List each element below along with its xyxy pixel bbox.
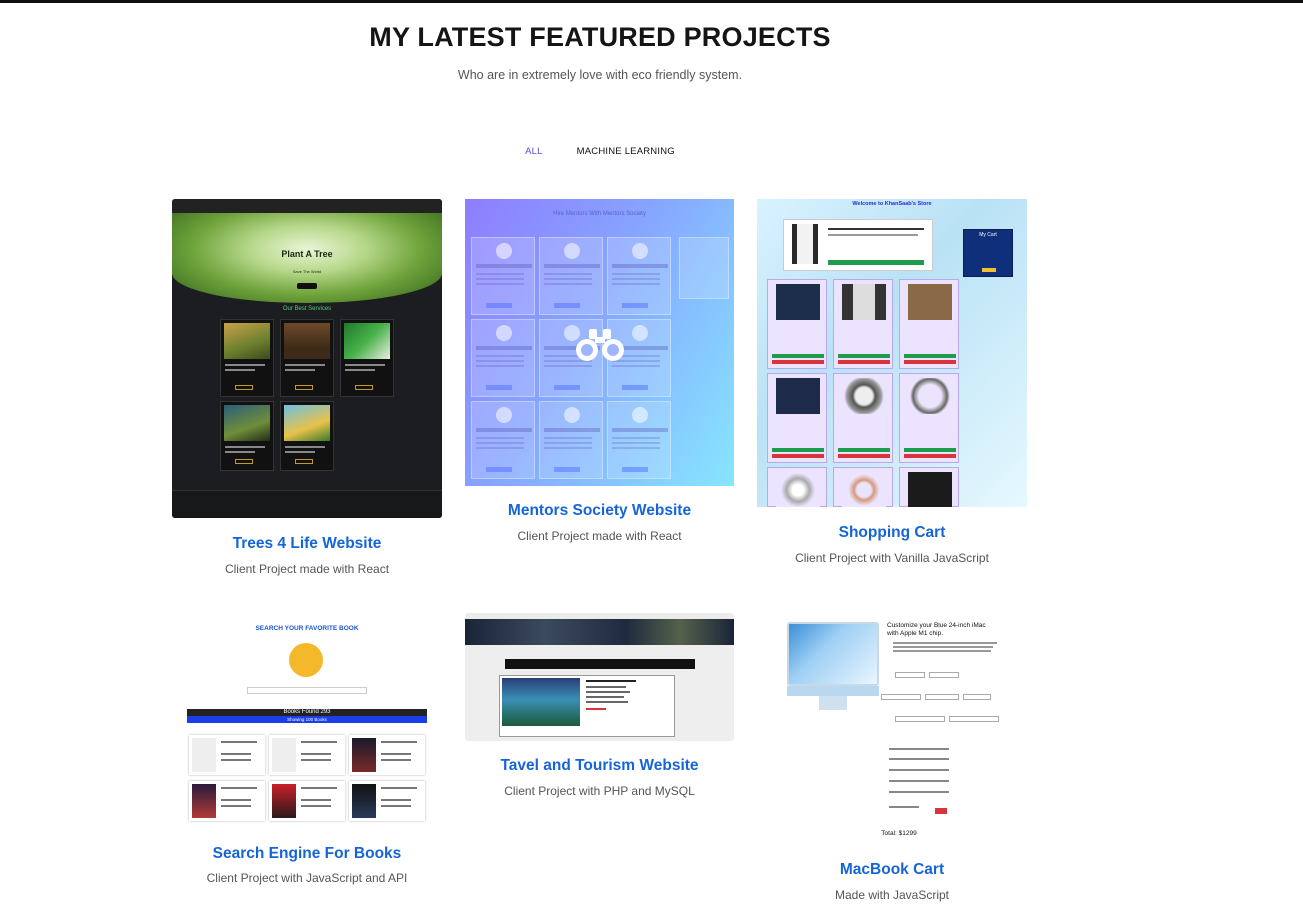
- preview-book-card: [269, 735, 345, 775]
- preview-product: [833, 373, 893, 463]
- project-subtitle-books: Client Project with JavaScript and API: [206, 871, 408, 885]
- project-filters: ALL MACHINE LEARNING: [0, 146, 1200, 157]
- preview-book-card: [349, 781, 425, 821]
- preview-search-box: [247, 687, 367, 694]
- preview-service-tile: [220, 319, 274, 397]
- preview-mentor-card: [539, 237, 603, 315]
- preview-service-tile: [220, 401, 274, 471]
- preview-service-tile: [280, 401, 334, 471]
- preview-cart-title: My Cart: [979, 232, 997, 238]
- preview-product: [899, 373, 959, 463]
- project-subtitle-travel: Client Project with PHP and MySQL: [504, 784, 695, 798]
- preview-mentor-card: [471, 237, 535, 315]
- preview-books-found: Books Found 293: [187, 709, 427, 716]
- binoculars-icon: [576, 329, 624, 361]
- preview-services-heading: Our Best Services: [282, 306, 332, 312]
- preview-product: [899, 279, 959, 369]
- filter-all[interactable]: ALL: [525, 146, 543, 157]
- project-subtitle-shopping-cart: Client Project with Vanilla JavaScript: [795, 551, 989, 565]
- preview-mentor-card: [539, 401, 603, 479]
- imac-icon: [787, 622, 879, 686]
- preview-sidebar: [679, 237, 729, 299]
- preview-mentor-card: [607, 237, 671, 315]
- preview-hero-title: Plant A Tree: [281, 249, 333, 259]
- project-title-travel[interactable]: Tavel and Tourism Website: [465, 757, 734, 775]
- preview-total: Total: $1299: [881, 830, 917, 837]
- preview-hero-button: [297, 283, 317, 289]
- preview-mac-headline: Customize your Blue 24-inch iMac with Ap…: [887, 622, 986, 637]
- project-title-shopping-cart[interactable]: Shopping Cart: [757, 524, 1027, 542]
- project-preview-macbook[interactable]: Customize your Blue 24-inch iMac with Ap…: [779, 612, 1005, 846]
- preview-product: [899, 467, 959, 507]
- preview-book-card: [269, 781, 345, 821]
- preview-product: [767, 373, 827, 463]
- preview-book-card: [349, 735, 425, 775]
- project-preview-mentors[interactable]: Hire Mentors With Mentors Society: [465, 199, 734, 486]
- preview-product: [767, 467, 827, 507]
- preview-books-header: SEARCH YOUR FAVORITE BOOK: [255, 625, 359, 632]
- preview-product: [833, 467, 893, 507]
- project-title-trees[interactable]: Trees 4 Life Website: [172, 535, 442, 553]
- project-preview-books[interactable]: SEARCH YOUR FAVORITE BOOK Books Found 29…: [187, 615, 427, 831]
- project-preview-shopping-cart[interactable]: Welcome to KhanSaab's Store My Cart: [757, 199, 1027, 507]
- project-preview-trees[interactable]: Plant A Tree Save The World Our Best Ser…: [172, 199, 442, 518]
- preview-featured-product: [783, 219, 933, 271]
- preview-book-card: [189, 781, 265, 821]
- preview-service-tile: [280, 319, 334, 397]
- preview-book-card: [189, 735, 265, 775]
- preview-service-tile: [340, 319, 394, 397]
- preview-hero-subtitle: Save The World: [292, 269, 322, 274]
- books-logo-icon: [289, 643, 323, 677]
- preview-cart-panel: My Cart: [963, 229, 1013, 277]
- preview-search-bar: [505, 659, 695, 669]
- section-title: MY LATEST FEATURED PROJECTS: [369, 22, 831, 52]
- project-preview-travel[interactable]: [465, 613, 734, 741]
- preview-mentor-card: [607, 401, 671, 479]
- preview-hero: [465, 619, 734, 645]
- preview-books-showing: Showing 100 Books: [187, 716, 427, 723]
- preview-mentor-card: [471, 319, 535, 397]
- project-subtitle-trees: Client Project made with React: [224, 562, 390, 576]
- preview-store-title: Welcome to KhanSaab's Store: [852, 201, 932, 207]
- project-title-books[interactable]: Search Engine For Books: [172, 845, 442, 863]
- preview-footer: [172, 490, 442, 518]
- preview-mentor-card: [471, 401, 535, 479]
- section-subtitle: Who are in extremely love with eco frien…: [457, 68, 743, 82]
- preview-product: [767, 279, 827, 369]
- preview-product: [833, 279, 893, 369]
- project-title-macbook[interactable]: MacBook Cart: [757, 861, 1027, 879]
- preview-hero: Plant A Tree Save The World: [172, 213, 442, 303]
- preview-tour-panel: [499, 675, 675, 737]
- project-subtitle-mentors: Client Project made with React: [517, 529, 682, 543]
- filter-machine-learning[interactable]: MACHINE LEARNING: [577, 146, 675, 157]
- preview-header: Hire Mentors With Mentors Society: [553, 211, 646, 217]
- top-border: [0, 0, 1303, 3]
- preview-navbar: [172, 199, 442, 213]
- project-title-mentors[interactable]: Mentors Society Website: [465, 502, 734, 520]
- preview-apply-button: [935, 808, 947, 814]
- project-subtitle-macbook: Made with JavaScript: [834, 888, 950, 902]
